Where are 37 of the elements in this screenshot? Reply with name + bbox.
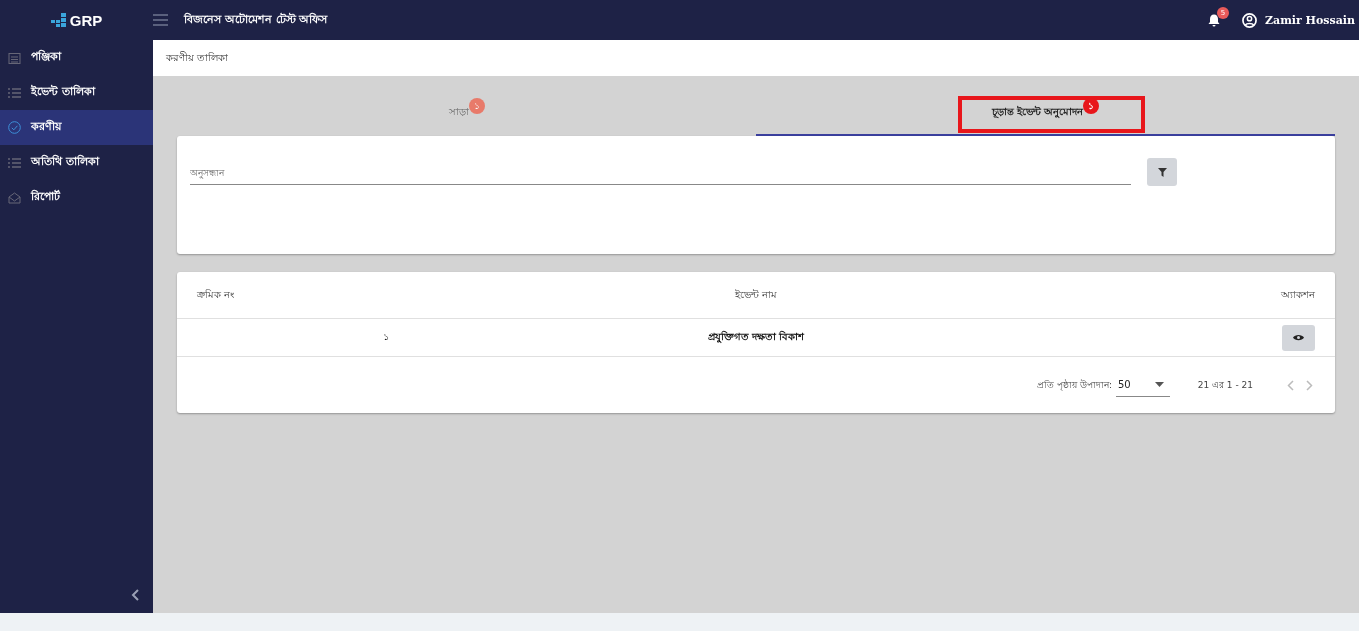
bell-icon[interactable] xyxy=(1207,13,1220,27)
tab-count-badge: ১ xyxy=(468,98,485,114)
column-header: অ্যাকশন xyxy=(1280,287,1316,302)
user-name[interactable]: Zamir Hossain xyxy=(1264,13,1355,27)
column-header: ক্রমিক নং xyxy=(196,287,236,302)
list-icon xyxy=(8,157,21,168)
breadcrumb: করণীয় তালিকা xyxy=(153,40,1359,76)
column-header: ইভেন্ট নাম xyxy=(733,287,779,302)
chevron-left-icon[interactable] xyxy=(131,589,139,601)
menu-icon[interactable] xyxy=(153,14,168,26)
page-size-select[interactable]: 50 xyxy=(1115,373,1170,397)
tab[interactable]: সাড়া ১ xyxy=(177,90,756,136)
table-cell-text: ১ xyxy=(381,330,390,344)
logo: GRP xyxy=(69,11,103,29)
calendar-icon xyxy=(8,51,21,64)
list-icon xyxy=(8,87,21,98)
chevron-left-icon xyxy=(1287,379,1294,391)
dropdown-caret-icon xyxy=(1154,382,1164,387)
sidebar-item[interactable]: ইভেন্ট তালিকা xyxy=(0,75,153,110)
page-range: 21 এর 1 - 21 xyxy=(1197,378,1253,392)
table-cell-text: প্রযুক্তিগত দক্ষতা বিকাশ xyxy=(706,329,806,345)
chevron-right-icon xyxy=(1306,379,1313,391)
view-button[interactable] xyxy=(1282,324,1315,351)
filter-icon xyxy=(1157,167,1167,177)
check-circle-icon xyxy=(8,121,21,134)
user-avatar-icon[interactable] xyxy=(1241,12,1257,28)
logo-squares-icon xyxy=(50,13,67,27)
sidebar-item[interactable]: রিপোর্ট xyxy=(0,180,153,215)
sidebar-item[interactable]: করণীয় xyxy=(0,110,153,145)
sidebar-item[interactable]: অতিথি তালিকা xyxy=(0,145,153,180)
office-title: বিজনেস অটোমেশন টেস্ট অফিস xyxy=(184,11,329,28)
page-size-label: প্রতি পৃষ্ঠায় উপাদান: xyxy=(1037,378,1112,393)
sidebar-item[interactable]: পঞ্জিকা xyxy=(0,40,153,75)
envelope-icon xyxy=(8,191,21,204)
eye-icon xyxy=(1293,334,1304,341)
tab-count-badge: ১ xyxy=(1083,98,1100,114)
filter-button[interactable] xyxy=(1147,158,1177,186)
